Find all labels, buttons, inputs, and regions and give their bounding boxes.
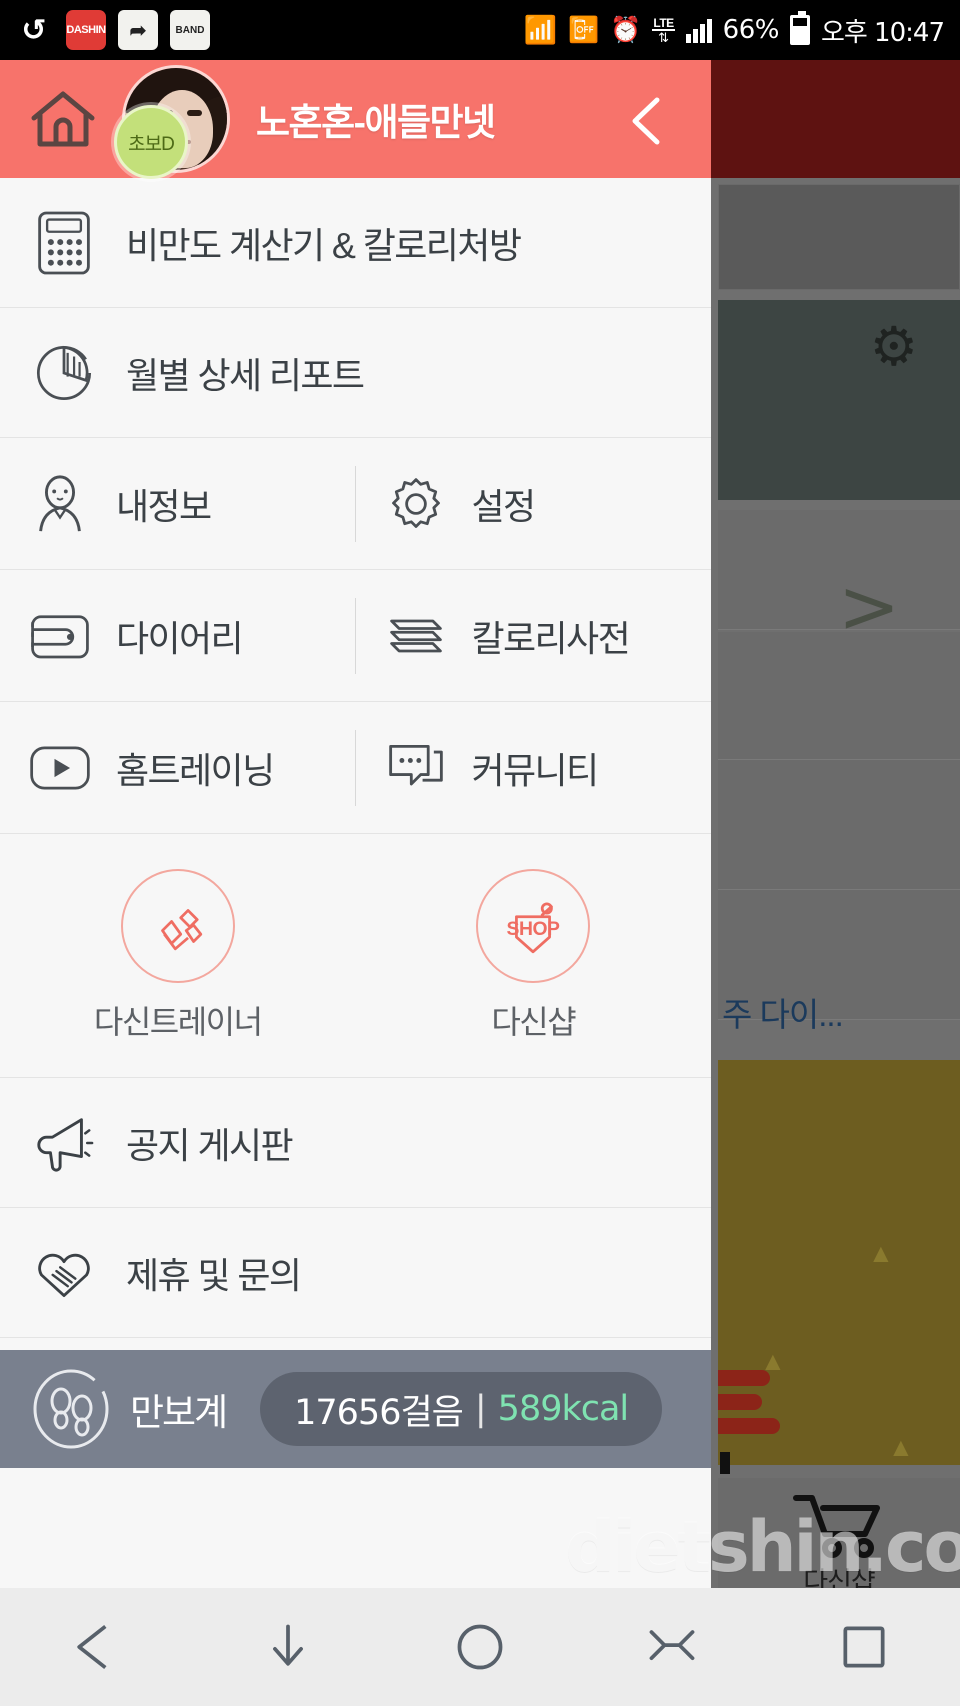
menu-item-calculator[interactable]: 비만도 계산기 & 칼로리처방 xyxy=(0,178,711,308)
bluetooth-icon: 📶 xyxy=(523,14,558,45)
background-graphic xyxy=(718,1370,784,1446)
menu-label: 월별 상세 리포트 xyxy=(126,354,365,396)
play-icon xyxy=(28,736,92,800)
svg-text:SHOP: SHOP xyxy=(507,918,561,940)
menu-item-settings[interactable]: 설정 xyxy=(356,472,712,536)
menu-label: 홈트레이닝 xyxy=(116,749,275,791)
background-marker xyxy=(720,1452,730,1474)
menu-item-profile[interactable]: 내정보 xyxy=(0,472,356,536)
menu-label: 커뮤니티 xyxy=(471,749,600,791)
menu-item-calorie-dictionary[interactable]: 칼로리사전 xyxy=(356,604,712,668)
menu-item-notice[interactable]: 공지 게시판 xyxy=(0,1078,711,1208)
level-badge: 초보D xyxy=(114,105,188,179)
network-label: LTE xyxy=(652,15,675,31)
promo-label: 다신트레이너 xyxy=(93,1003,263,1040)
promo-label: 다신샵 xyxy=(491,1003,576,1040)
book-icon xyxy=(384,604,448,668)
wallet-icon xyxy=(28,604,92,668)
promo-shop[interactable]: SHOP 다신샵 xyxy=(356,834,712,1077)
recents-square-icon[interactable] xyxy=(819,1612,909,1682)
menu-label: 공지 게시판 xyxy=(126,1124,294,1166)
menu-row-profile-settings: 내정보 설정 xyxy=(0,438,711,570)
signal-bars-icon xyxy=(685,17,712,43)
menu-label: 칼로리사전 xyxy=(471,617,631,659)
dashin-icon: DASHIN xyxy=(66,10,106,50)
kakao-icon: ➦ xyxy=(118,10,158,50)
menu-label: 내정보 xyxy=(116,485,212,527)
menu-row-diary-dictionary: 다이어리 칼로리사전 xyxy=(0,570,711,702)
pie-chart-icon xyxy=(28,337,100,409)
vibrate-icon: 📴 xyxy=(568,15,600,44)
promo-trainer[interactable]: 다신트레이너 xyxy=(0,834,356,1077)
watermark: dietshin.com xyxy=(565,1506,960,1588)
chevron-left-icon[interactable] xyxy=(623,94,669,148)
promo-row: 다신트레이너 SHOP 다신샵 xyxy=(0,834,711,1078)
shop-tag-icon: SHOP xyxy=(476,868,591,983)
drawer-header: 초보D 노혼혼-애들만넷 xyxy=(0,60,711,179)
android-navbar xyxy=(0,1588,960,1706)
background-truncated-text: 주 다이... xyxy=(722,996,844,1033)
calories-value: 589kcal xyxy=(497,1389,629,1429)
band-icon: BAND xyxy=(170,10,210,50)
username: 노혼혼-애들만넷 xyxy=(256,102,496,143)
download-arrow-icon[interactable] xyxy=(243,1612,333,1682)
calculator-icon xyxy=(28,207,100,279)
row-divider xyxy=(355,730,356,806)
menu-label: 설정 xyxy=(471,485,537,527)
menu-item-report[interactable]: 월별 상세 리포트 xyxy=(0,308,711,438)
steps-value: 17656걸음 xyxy=(294,1392,464,1433)
background-card-top xyxy=(718,184,960,290)
phone-screen: ⚙ > 주 다이... ▲ ▲ ▲ 다신샵 초보D 노혼혼-애들만넷 비만도 계… xyxy=(0,0,960,1706)
pedometer-bar[interactable]: 만보계 17656걸음 | 589kcal xyxy=(0,1350,711,1468)
menu-row-training-community: 홈트레이닝 커뮤니티 xyxy=(0,702,711,834)
pedometer-stats[interactable]: 17656걸음 | 589kcal xyxy=(260,1372,663,1446)
pedometer-label: 만보계 xyxy=(130,1392,228,1433)
uplus-icon: ↺ xyxy=(21,12,47,48)
lte-icon: LTE ⇅ xyxy=(652,15,675,45)
gear-icon xyxy=(384,472,448,536)
user-icon xyxy=(28,472,92,536)
status-clock: 오후 10:47 xyxy=(820,17,945,48)
megaphone-icon xyxy=(28,1107,100,1179)
battery-icon xyxy=(789,11,810,45)
gear-icon[interactable]: ⚙ xyxy=(870,320,918,374)
menu-item-community[interactable]: 커뮤니티 xyxy=(356,736,712,800)
home-circle-icon[interactable] xyxy=(435,1612,525,1682)
footprints-icon xyxy=(30,1368,112,1450)
menu-item-partnership[interactable]: 제휴 및 문의 xyxy=(0,1208,711,1338)
chat-icon xyxy=(384,736,448,800)
background-row-2 xyxy=(718,632,960,760)
menu-item-home-training[interactable]: 홈트레이닝 xyxy=(0,736,356,800)
dumbbell-icon xyxy=(120,868,235,983)
alarm-icon: ⏰ xyxy=(610,15,642,44)
row-divider xyxy=(355,466,356,542)
status-bar: ↺ DASHIN ➦ BAND 📶 📴 ⏰ LTE ⇅ 66% 오후 10:47 xyxy=(0,0,960,60)
status-notification-icons: ↺ DASHIN ➦ BAND xyxy=(0,10,210,50)
background-row-3 xyxy=(718,760,960,890)
navigation-drawer: 초보D 노혼혼-애들만넷 비만도 계산기 & 칼로리처방 월별 상세 리포트 내… xyxy=(0,60,711,1706)
handshake-heart-icon xyxy=(28,1237,100,1309)
menu-label: 제휴 및 문의 xyxy=(126,1254,302,1296)
menu-item-diary[interactable]: 다이어리 xyxy=(0,604,356,668)
back-triangle-icon[interactable] xyxy=(51,1612,141,1682)
menu-label: 다이어리 xyxy=(116,617,244,659)
battery-percent: 66% xyxy=(722,15,780,45)
avatar[interactable]: 초보D xyxy=(114,65,230,179)
row-divider xyxy=(355,598,356,674)
stats-separator: | xyxy=(474,1389,487,1429)
hide-keyboard-icon[interactable] xyxy=(627,1612,717,1682)
background-card-dark xyxy=(718,300,960,500)
status-system-icons: 📶 📴 ⏰ LTE ⇅ 66% 오후 10:47 xyxy=(523,11,960,49)
home-icon[interactable] xyxy=(26,82,100,156)
menu-label: 비만도 계산기 & 칼로리처방 xyxy=(126,224,522,266)
